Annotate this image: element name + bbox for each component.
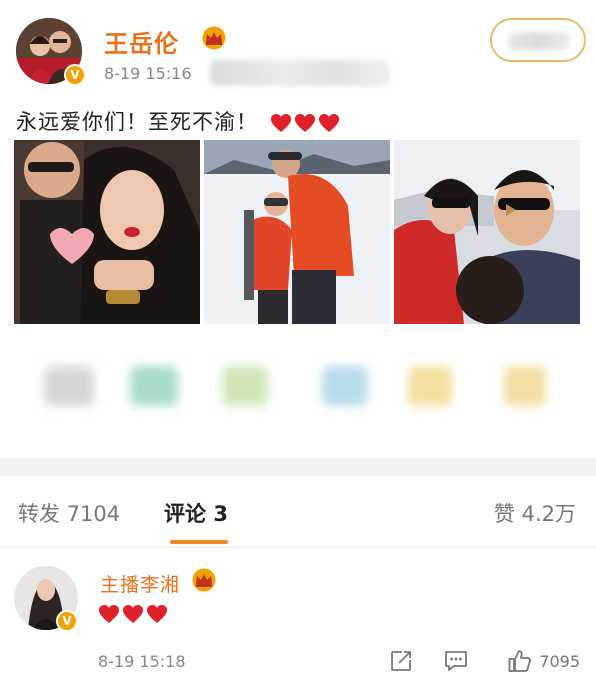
crown-icon (192, 568, 216, 592)
section-separator (0, 458, 596, 476)
commenter-name[interactable]: 主播李湘 (100, 570, 180, 597)
comment-actions: 7095 (389, 648, 580, 674)
thumbs-up-icon (508, 650, 532, 672)
post-text: 永远爱你们！至死不渝！ (16, 106, 340, 136)
blurred-action-6[interactable] (504, 366, 546, 406)
heart-icon (147, 605, 167, 623)
crown-icon (202, 26, 226, 50)
tab-comments[interactable]: 评论 3 (164, 498, 228, 528)
tab-like-label: 赞 (493, 502, 515, 526)
blurred-action-5[interactable] (408, 366, 452, 406)
repost-comment-button[interactable] (389, 649, 413, 673)
blurred-action-2[interactable] (130, 366, 178, 406)
heart-icon (294, 114, 315, 132)
comment-icon (445, 651, 468, 671)
post-text-content: 永远爱你们！至死不渝！ (16, 110, 258, 134)
post-time: 8-19 15:16 (104, 64, 192, 83)
blurred-action-4[interactable] (322, 366, 368, 406)
tab-forward-count: 7104 (66, 502, 121, 526)
like-comment-button[interactable]: 7095 (507, 648, 580, 674)
blurred-action-row (0, 366, 596, 416)
tab-forward[interactable]: 转发 7104 (18, 498, 120, 528)
reply-comment-button[interactable] (443, 649, 469, 673)
blurred-source-info (210, 60, 390, 86)
edit-repost-icon (391, 651, 412, 671)
comment-time: 8-19 15:18 (98, 652, 186, 671)
tab-like-count: 4.2万 (521, 502, 576, 526)
follow-button-blurred-label (508, 32, 570, 50)
photo-grid (14, 140, 580, 324)
heart-icon (270, 114, 291, 132)
follow-button[interactable] (490, 18, 586, 62)
interaction-tabs: 转发 7104 评论 3 赞 4.2万 (0, 476, 596, 548)
verified-badge: V (64, 64, 86, 86)
heart-icon (123, 605, 143, 623)
tab-comments-label: 评论 (164, 502, 206, 526)
photo-1[interactable] (14, 140, 200, 324)
blurred-action-3[interactable] (222, 366, 268, 406)
heart-icon (99, 605, 119, 623)
tab-comments-count: 3 (213, 502, 228, 526)
blurred-action-1[interactable] (44, 366, 94, 406)
heart-icon (318, 114, 339, 132)
active-tab-indicator (170, 540, 228, 544)
comment-hearts (98, 604, 168, 624)
author-name[interactable]: 王岳伦 (104, 24, 179, 59)
photo-3[interactable] (394, 140, 580, 324)
heart-emojis (270, 113, 340, 133)
post-header: V 王岳伦 8-19 15:16 (16, 18, 586, 88)
commenter-verified-badge: V (56, 610, 78, 632)
comment-like-count: 7095 (539, 651, 580, 671)
photo-2[interactable] (204, 140, 390, 324)
tab-like[interactable]: 赞 4.2万 (494, 498, 576, 528)
tab-forward-label: 转发 (18, 502, 60, 526)
comment-item: V 主播李湘 8-19 15:18 7095 (0, 548, 596, 687)
